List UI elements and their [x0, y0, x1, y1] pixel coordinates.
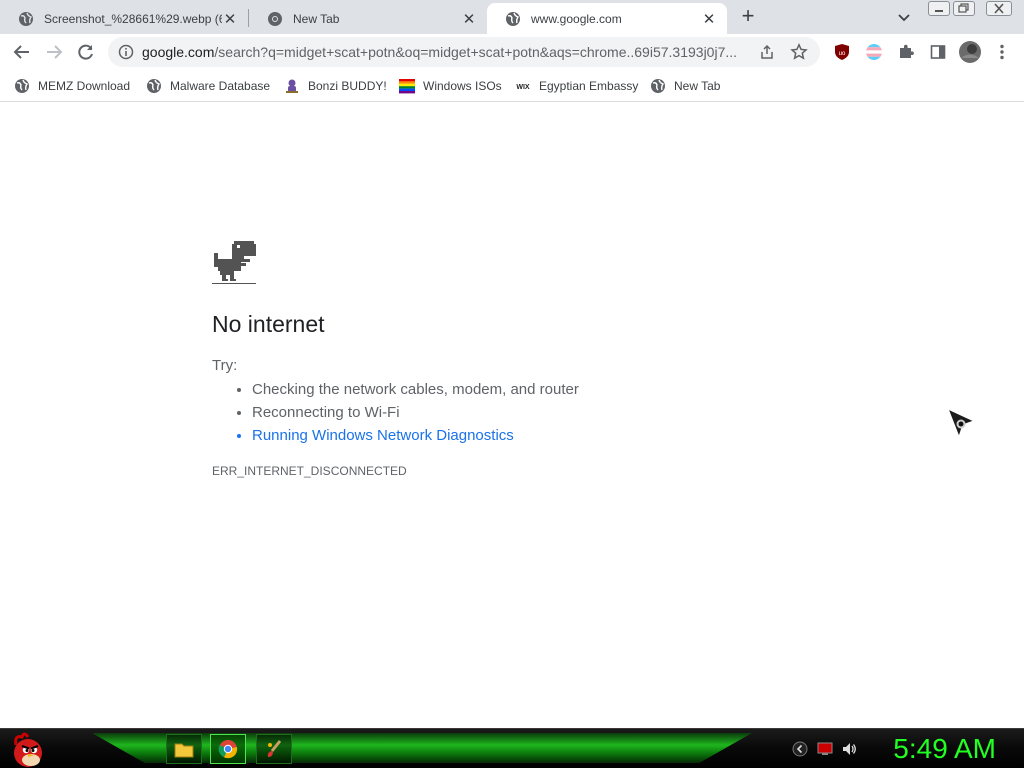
flag-extension[interactable] — [864, 42, 884, 62]
bookmark-bonzi-buddy[interactable]: Bonzi BUDDY! — [284, 76, 387, 96]
mouse-cursor-icon — [946, 407, 976, 439]
error-code: ERR_INTERNET_DISCONNECTED — [212, 464, 407, 478]
side-panel-icon — [930, 45, 946, 59]
bookmark-label: MEMZ Download — [38, 79, 131, 93]
profile-avatar[interactable] — [958, 40, 982, 64]
ublock-extension[interactable]: uo — [832, 42, 852, 62]
tab-search-chevron-icon[interactable] — [895, 8, 913, 26]
list-item: Checking the network cables, modem, and … — [252, 378, 579, 401]
try-label: Try: — [212, 357, 238, 374]
share-icon — [761, 44, 773, 59]
tray-chevron-icon[interactable] — [792, 741, 808, 757]
reload-button[interactable] — [72, 38, 100, 66]
close-window-button[interactable] — [986, 1, 1012, 16]
tab-new-tab[interactable]: New Tab ✕ — [249, 3, 487, 34]
tab-screenshot[interactable]: Screenshot_%28661%29.webp (6 ✕ — [0, 3, 248, 34]
address-bar[interactable]: google.com/search?q=midget+scat+potn&oq=… — [108, 37, 820, 67]
error-title: No internet — [212, 311, 325, 337]
tab-title: Screenshot_%28661%29.webp (6 — [44, 11, 222, 26]
info-icon[interactable] — [118, 44, 134, 60]
wix-icon: WIX — [516, 84, 530, 91]
globe-icon — [506, 11, 520, 26]
close-tab-icon[interactable]: ✕ — [222, 11, 238, 28]
page-content: No internet Try: Checking the network ca… — [0, 103, 1024, 728]
minimize-button[interactable] — [928, 1, 950, 16]
new-tab-button[interactable]: + — [736, 5, 760, 29]
taskbar-paint-button[interactable] — [256, 734, 292, 764]
volume-icon[interactable] — [841, 741, 857, 757]
browser-toolbar: google.com/search?q=midget+scat+potn&oq=… — [0, 34, 1024, 70]
tab-google[interactable]: www.google.com ✕ — [487, 3, 727, 34]
globe-icon — [19, 11, 33, 26]
list-item: Reconnecting to Wi-Fi — [252, 401, 579, 424]
extensions-button[interactable] — [896, 42, 916, 62]
back-arrow-icon — [13, 45, 29, 59]
bookmark-label: Egyptian Embassy — [539, 79, 639, 93]
tab-strip: Screenshot_%28661%29.webp (6 ✕ New Tab ✕… — [0, 0, 1024, 34]
avatar-icon — [959, 41, 981, 63]
suggestions-list: Checking the network cables, modem, and … — [212, 378, 579, 447]
offline-dino-icon[interactable] — [212, 241, 256, 285]
bookmark-new-tab[interactable]: New Tab — [650, 76, 720, 96]
url-domain: google.com — [142, 44, 215, 60]
reload-icon — [78, 44, 93, 60]
chrome-icon — [218, 740, 238, 759]
folder-icon — [174, 743, 194, 758]
forward-arrow-icon — [47, 45, 63, 59]
bookmarks-bar: MEMZ Download Malware Database Bonzi BUD… — [0, 70, 1024, 102]
bookmark-windows-isos[interactable]: Windows ISOs — [399, 76, 502, 96]
svg-text:uo: uo — [839, 51, 846, 57]
paint-brush-icon — [267, 740, 282, 757]
tab-title: www.google.com — [531, 11, 622, 26]
taskbar-explorer-button[interactable] — [166, 734, 202, 764]
share-button[interactable] — [756, 41, 778, 63]
bookmark-star-button[interactable] — [788, 41, 810, 63]
bookmark-label: Malware Database — [170, 79, 271, 93]
globe-icon — [15, 79, 29, 93]
trans-flag-icon — [866, 44, 882, 60]
bookmark-label: Bonzi BUDDY! — [308, 79, 387, 93]
close-tab-icon[interactable]: ✕ — [701, 11, 717, 28]
taskbar-chrome-button[interactable] — [210, 734, 246, 764]
network-diagnostics-link[interactable]: Running Windows Network Diagnostics — [252, 424, 579, 447]
puzzle-icon — [900, 44, 914, 58]
bookmark-memz-download[interactable]: MEMZ Download — [14, 76, 130, 96]
globe-icon — [651, 79, 665, 93]
rainbow-flag-icon — [399, 79, 415, 94]
bonzi-icon — [286, 79, 298, 93]
side-panel-button[interactable] — [928, 42, 948, 62]
maximize-button[interactable] — [953, 1, 975, 16]
chrome-icon — [268, 11, 282, 26]
svg-text:WIX: WIX — [516, 84, 530, 91]
back-button[interactable] — [8, 38, 36, 66]
forward-button[interactable] — [40, 38, 68, 66]
restore-icon — [958, 3, 969, 13]
star-icon — [790, 43, 808, 60]
taskbar-clock[interactable]: 5:49 AM — [876, 733, 996, 765]
taskbar: 5:49 AM — [0, 728, 1024, 768]
network-disconnected-icon[interactable] — [817, 741, 833, 757]
tab-title: New Tab — [293, 11, 340, 26]
ublock-icon: uo — [835, 44, 849, 60]
bookmark-egyptian-embassy[interactable]: WIX Egyptian Embassy — [515, 76, 638, 96]
menu-button[interactable] — [992, 42, 1012, 62]
close-tab-icon[interactable]: ✕ — [461, 11, 477, 28]
close-icon — [994, 3, 1004, 14]
globe-icon — [147, 79, 161, 93]
bookmark-label: Windows ISOs — [423, 79, 502, 93]
bookmark-malware-database[interactable]: Malware Database — [146, 76, 270, 96]
url-path: /search?q=midget+scat+potn&oq=midget+sca… — [214, 44, 738, 60]
minimize-icon — [935, 10, 943, 12]
bookmark-label: New Tab — [674, 79, 721, 93]
start-button-angry-bird-icon[interactable] — [6, 729, 50, 769]
kebab-menu-icon — [1000, 44, 1004, 60]
url-text[interactable]: google.com/search?q=midget+scat+potn&oq=… — [142, 44, 756, 60]
